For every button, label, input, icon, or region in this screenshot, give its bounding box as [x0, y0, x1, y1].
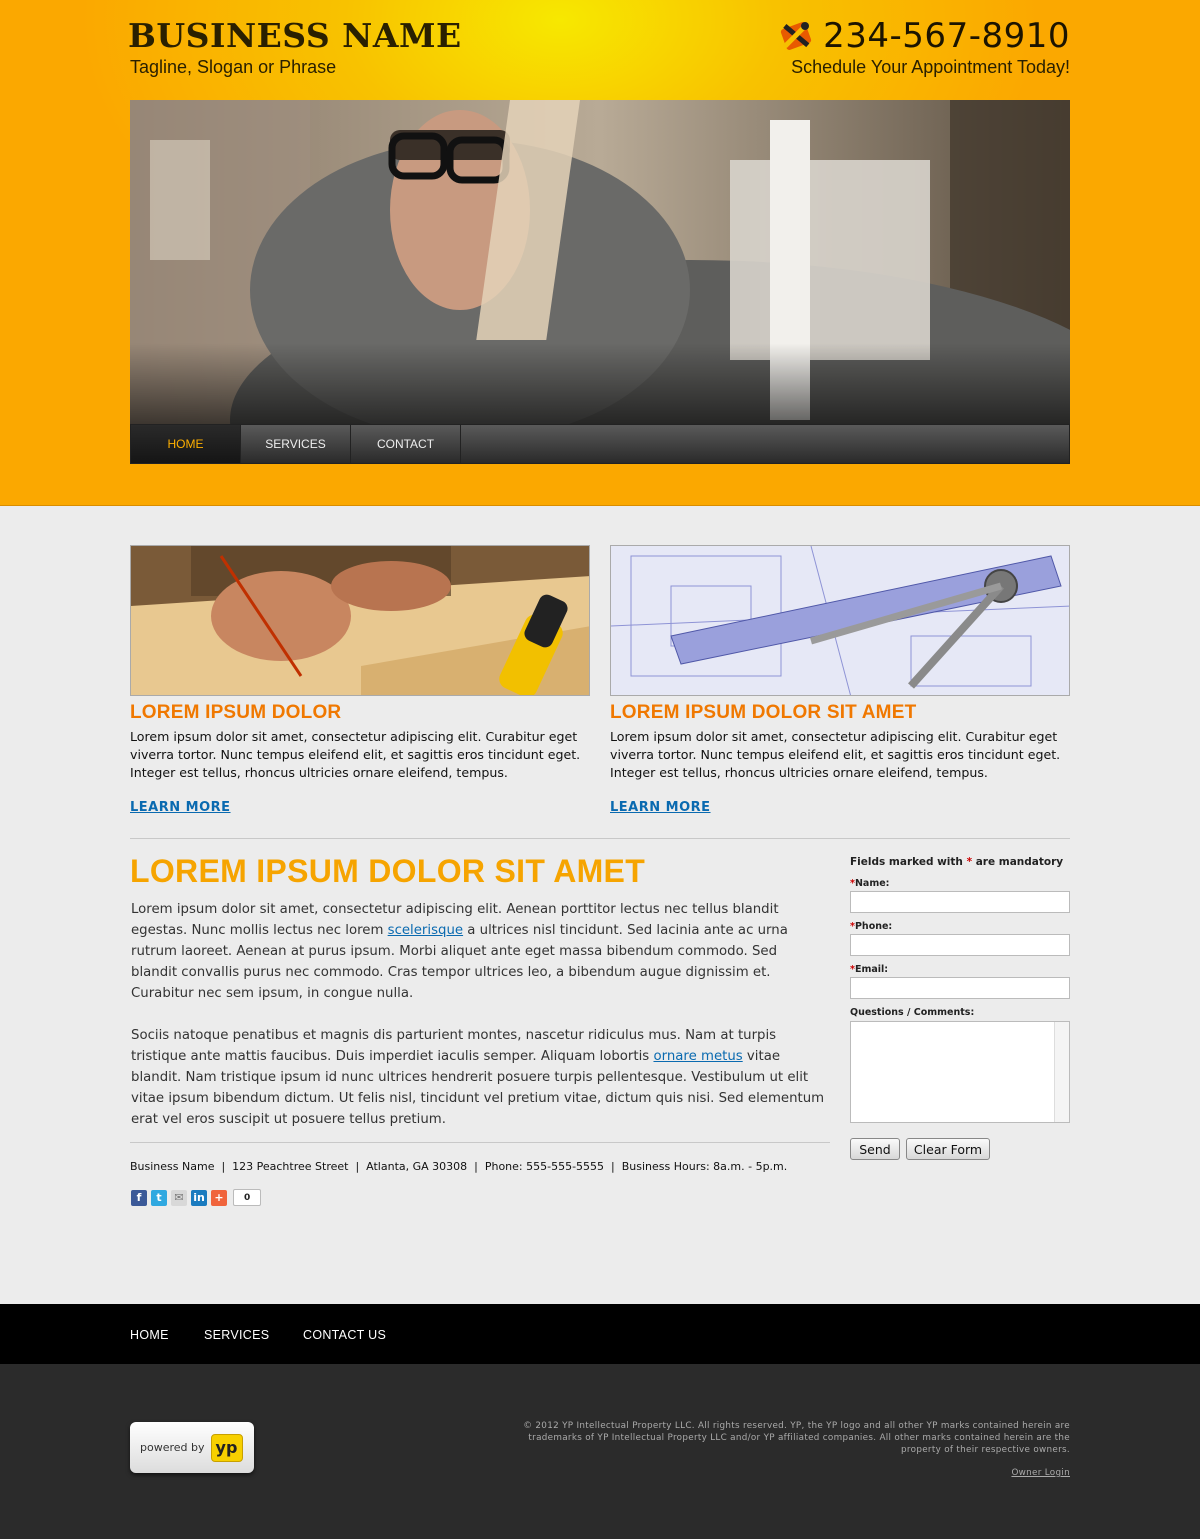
card-text: Lorem ipsum dolor sit amet, consectetur …	[130, 729, 581, 780]
inline-link[interactable]: scelerisque	[388, 923, 463, 938]
footer-nav: HOME SERVICES CONTACT US	[0, 1304, 1200, 1364]
footer-nav-services[interactable]: SERVICES	[204, 1328, 269, 1342]
tagline: Tagline, Slogan or Phrase	[130, 57, 337, 77]
nav-services[interactable]: SERVICES	[241, 425, 351, 463]
label-text: Phone:	[854, 921, 893, 932]
clear-form-button[interactable]: Clear Form	[906, 1138, 990, 1160]
legal-text: © 2012 YP Intellectual Property LLC. All…	[523, 1421, 1070, 1455]
label-text: Email:	[854, 964, 889, 975]
phone-field[interactable]	[850, 934, 1070, 956]
powered-by-text: powered by	[140, 1441, 205, 1454]
card-title: LOREM IPSUM DOLOR SIT AMET	[610, 702, 917, 723]
business-info: Business Name | 123 Peachtree Street | A…	[130, 1160, 788, 1173]
phone-number[interactable]: 234-567-8910	[823, 16, 1070, 56]
schedule-text: Schedule Your Appointment Today!	[791, 57, 1070, 77]
linkedin-icon[interactable]: in	[191, 1189, 207, 1206]
form-note-text: Fields marked with	[850, 856, 967, 868]
footer-nav-contact[interactable]: CONTACT US	[303, 1328, 386, 1342]
paragraph: Sociis natoque penatibus et magnis dis p…	[131, 1025, 826, 1130]
send-button[interactable]: Send	[850, 1138, 900, 1160]
paragraph: Lorem ipsum dolor sit amet, consectetur …	[131, 899, 826, 1004]
contact-form: Fields marked with * are mandatory *Name…	[850, 856, 1070, 1160]
card-title: LOREM IPSUM DOLOR	[130, 702, 342, 723]
form-note: Fields marked with * are mandatory	[850, 856, 1070, 868]
nav-contact[interactable]: CONTACT	[351, 425, 461, 463]
divider	[130, 838, 1070, 839]
facebook-icon[interactable]: f	[131, 1189, 147, 1206]
email-field[interactable]	[850, 977, 1070, 999]
form-note-text: are mandatory	[972, 856, 1064, 868]
tools-icon	[777, 17, 815, 55]
main-nav: HOME SERVICES CONTACT	[130, 424, 1070, 464]
owner-login-link[interactable]: Owner Login	[1011, 1468, 1070, 1478]
card-text: Lorem ipsum dolor sit amet, consectetur …	[610, 729, 1061, 780]
inline-link[interactable]: ornare metus	[653, 1049, 742, 1064]
card-image-blueprint	[610, 545, 1070, 696]
business-name[interactable]: BUSINESS NAME	[128, 16, 462, 55]
learn-more-link[interactable]: LEARN MORE	[610, 800, 711, 815]
twitter-icon[interactable]: t	[151, 1189, 167, 1206]
comments-label: Questions / Comments:	[850, 1007, 975, 1018]
divider	[130, 1142, 830, 1143]
email-icon[interactable]: ✉	[171, 1189, 187, 1206]
main-title: LOREM IPSUM DOLOR SIT AMET	[130, 853, 646, 889]
phone-label: *Phone:	[850, 921, 892, 932]
more-share-icon[interactable]: +	[211, 1189, 227, 1206]
learn-more-link[interactable]: LEARN MORE	[130, 800, 231, 815]
footer-nav-home[interactable]: HOME	[130, 1328, 169, 1342]
header: BUSINESS NAME Tagline, Slogan or Phrase …	[0, 0, 1200, 506]
label-text: Name:	[854, 878, 890, 889]
scrollbar[interactable]	[1054, 1022, 1069, 1122]
powered-by-yp-badge[interactable]: powered by yp	[130, 1422, 254, 1473]
share-count: 0	[233, 1189, 262, 1206]
email-label: *Email:	[850, 964, 888, 975]
yp-logo: yp	[210, 1433, 243, 1462]
comments-textarea[interactable]	[850, 1021, 1070, 1123]
phone-block: 234-567-8910	[777, 16, 1070, 56]
name-field[interactable]	[850, 891, 1070, 913]
nav-home[interactable]: HOME	[131, 425, 241, 463]
share-bar: f t ✉ in + 0	[131, 1189, 262, 1206]
card-image-carpentry	[130, 545, 590, 696]
footer: powered by yp © 2012 YP Intellectual Pro…	[0, 1364, 1200, 1539]
hero-image	[130, 100, 1070, 424]
name-label: *Name:	[850, 878, 889, 889]
